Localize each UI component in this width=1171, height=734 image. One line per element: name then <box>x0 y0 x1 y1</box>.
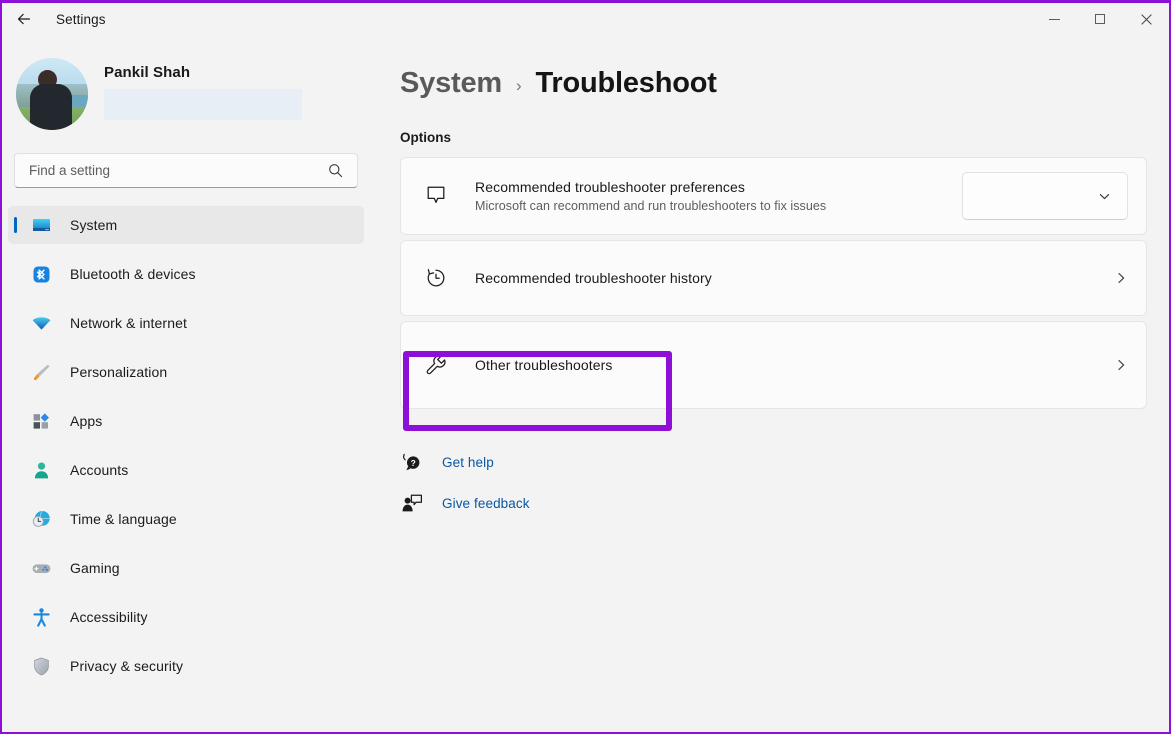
search-box[interactable] <box>14 153 358 188</box>
monitor-icon <box>30 214 52 236</box>
card-subtitle: Microsoft can recommend and run troubles… <box>475 199 962 213</box>
card-recommended-troubleshooter-preferences[interactable]: Recommended troubleshooter preferences M… <box>400 157 1147 235</box>
breadcrumb-separator: › <box>516 76 521 96</box>
search-input[interactable] <box>15 163 328 178</box>
card-title: Recommended troubleshooter preferences <box>475 179 962 195</box>
sidebar-item-network-internet[interactable]: Network & internet <box>8 304 364 342</box>
back-arrow-icon <box>15 10 33 28</box>
back-button[interactable] <box>2 3 46 35</box>
person-icon <box>30 459 52 481</box>
card-title: Recommended troubleshooter history <box>475 270 1112 286</box>
feedback-person-icon <box>400 491 424 515</box>
maximize-icon <box>1095 14 1105 24</box>
minimize-button[interactable] <box>1031 3 1077 35</box>
options-cards: Recommended troubleshooter preferences M… <box>400 157 1147 409</box>
card-title: Other troubleshooters <box>475 357 1112 373</box>
brush-icon <box>30 361 52 383</box>
help-question-icon: ? <box>400 450 424 474</box>
search-icon <box>328 163 357 178</box>
close-icon <box>1141 14 1152 25</box>
link-label: Get help <box>442 455 494 470</box>
settings-window: Settings <box>0 0 1171 734</box>
maximize-button[interactable] <box>1077 3 1123 35</box>
wifi-icon <box>30 312 52 334</box>
sidebar-item-apps[interactable]: Apps <box>8 402 364 440</box>
minimize-icon <box>1049 19 1060 20</box>
avatar <box>16 58 88 130</box>
chevron-right-icon[interactable] <box>1112 271 1128 285</box>
link-label: Give feedback <box>442 496 530 511</box>
sidebar-item-bluetooth-devices[interactable]: Bluetooth & devices <box>8 255 364 293</box>
breadcrumb: System › Troubleshoot <box>400 67 1147 100</box>
sidebar-item-personalization[interactable]: Personalization <box>8 353 364 391</box>
sidebar-item-label: Apps <box>70 413 102 429</box>
profile-email-redacted <box>104 89 302 120</box>
page-title: Troubleshoot <box>535 67 716 100</box>
sidebar-item-label: Accessibility <box>70 609 148 625</box>
title-bar: Settings <box>2 3 1169 35</box>
sidebar-nav: System Bluetooth & devices <box>2 206 370 685</box>
sidebar-item-privacy-security[interactable]: Privacy & security <box>8 647 364 685</box>
gamepad-icon <box>30 557 52 579</box>
breadcrumb-parent[interactable]: System <box>400 67 502 100</box>
sidebar-item-accounts[interactable]: Accounts <box>8 451 364 489</box>
chevron-right-icon[interactable] <box>1112 358 1128 372</box>
chevron-down-icon <box>1098 190 1111 203</box>
get-help-link[interactable]: ? Get help <box>400 445 494 479</box>
recommended-preferences-dropdown[interactable] <box>962 172 1128 220</box>
card-other-troubleshooters[interactable]: Other troubleshooters <box>400 321 1147 409</box>
sidebar-item-gaming[interactable]: Gaming <box>8 549 364 587</box>
shield-icon <box>30 655 52 677</box>
section-title-options: Options <box>400 130 1147 145</box>
svg-text:?: ? <box>411 458 416 468</box>
sidebar-item-label: Network & internet <box>70 315 187 331</box>
sidebar-item-label: Time & language <box>70 511 177 527</box>
close-button[interactable] <box>1123 3 1169 35</box>
app-title: Settings <box>56 12 106 27</box>
sidebar-item-label: Privacy & security <box>70 658 183 674</box>
sidebar-item-label: Bluetooth & devices <box>70 266 196 282</box>
sidebar-item-label: Accounts <box>70 462 128 478</box>
sidebar-item-time-language[interactable]: Time & language <box>8 500 364 538</box>
callout-bubble-icon <box>421 181 451 211</box>
sidebar-item-accessibility[interactable]: Accessibility <box>8 598 364 636</box>
clock-globe-icon <box>30 508 52 530</box>
main-content: System › Troubleshoot Options Recommende… <box>370 35 1169 734</box>
accessibility-icon <box>30 606 52 628</box>
footer-links: ? Get help Give feedback <box>400 445 1147 520</box>
sidebar: Pankil Shah <box>2 35 370 734</box>
give-feedback-link[interactable]: Give feedback <box>400 486 530 520</box>
profile-name: Pankil Shah <box>104 64 302 81</box>
profile-section[interactable]: Pankil Shah <box>2 35 370 127</box>
sidebar-item-label: Gaming <box>70 560 120 576</box>
history-clock-icon <box>421 263 451 293</box>
bluetooth-icon <box>30 263 52 285</box>
apps-icon <box>30 410 52 432</box>
wrench-icon <box>421 350 451 380</box>
window-controls <box>1031 3 1169 35</box>
card-recommended-troubleshooter-history[interactable]: Recommended troubleshooter history <box>400 240 1147 316</box>
sidebar-item-label: Personalization <box>70 364 167 380</box>
sidebar-item-system[interactable]: System <box>8 206 364 244</box>
sidebar-item-label: System <box>70 217 117 233</box>
